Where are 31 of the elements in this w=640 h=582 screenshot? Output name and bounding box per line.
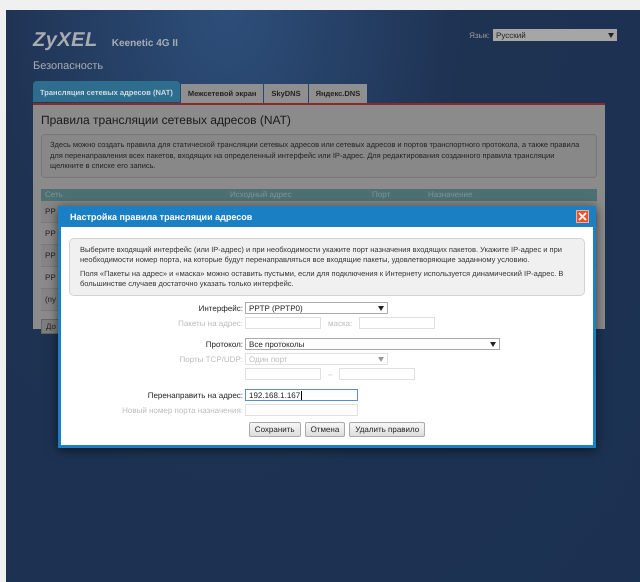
field-label: Порты TCP/UDP: [178,354,243,364]
dropdown-arrow-icon [490,342,496,346]
dropdown-arrow-icon [378,356,384,362]
field-label: Новый номер порта назначения: [121,406,243,414]
dialog-title: Настройка правила трансляции адресов [70,212,252,222]
table-cell: PP [45,228,56,238]
section-title: Безопасность [33,60,104,72]
language-select[interactable]: Русский [493,29,617,41]
dialog-button[interactable]: Удалить правило [349,422,426,437]
select-field[interactable]: PPTP (PPTP0) [245,302,388,314]
input-field[interactable]: 192.168.1.167 [245,389,358,401]
field-label: Пакеты на адрес: [177,318,243,328]
dropdown-arrow-icon [378,306,384,310]
logo: ZyXEL [33,29,98,52]
dialog-button[interactable]: Сохранить [248,422,301,437]
panel-title: Правила трансляции сетевых адресов (NAT) [41,113,292,127]
field-label: Протокол: [204,340,243,348]
field-label: Интерфейс: [198,304,243,312]
close-icon[interactable] [576,210,589,223]
dialog-button[interactable]: Отмена [304,422,346,437]
select-field[interactable]: Все протоколы [245,338,500,350]
table-cell: PP [45,206,56,216]
range-separator: – [327,370,334,378]
language-label: Язык: [469,30,490,40]
field-label: Перенаправить на адрес: [146,390,243,400]
dropdown-arrow-icon [608,32,614,38]
field-label: маска: [327,318,354,328]
table-cell: (пу [45,294,56,304]
table-cell: PP [45,272,56,282]
table-cell: PP [45,250,56,260]
model-name: Keenetic 4G II [112,38,178,49]
